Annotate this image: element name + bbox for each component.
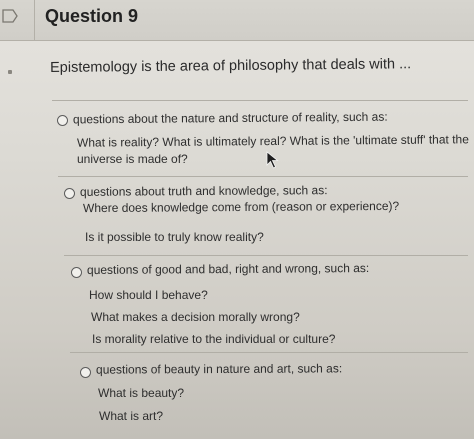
option-example: What is reality? What is ultimately real…: [76, 132, 469, 150]
option-example: Is morality relative to the individual o…: [92, 332, 336, 346]
divider: [70, 352, 468, 353]
option-example: Where does knowledge come from (reason o…: [82, 198, 400, 216]
option-label: questions about truth and knowledge, suc…: [79, 183, 328, 199]
option-example: What is art?: [99, 409, 164, 423]
radio-unselected-icon[interactable]: [57, 115, 68, 126]
option-label: questions of good and bad, right and wro…: [86, 261, 370, 277]
option-example: What makes a decision morally wrong?: [91, 310, 300, 324]
radio-unselected-icon[interactable]: [71, 267, 82, 278]
divider: [52, 100, 468, 101]
divider: [58, 176, 468, 177]
question-prompt: Epistemology is the area of philosophy t…: [50, 56, 412, 76]
question-title: Question 9: [45, 6, 139, 26]
margin-mark: [8, 70, 12, 74]
option-example: universe is made of?: [77, 152, 188, 166]
option-example: What is beauty?: [98, 386, 185, 400]
divider: [64, 255, 468, 256]
option-example: Is it possible to truly know reality?: [85, 230, 264, 244]
radio-unselected-icon[interactable]: [80, 367, 91, 378]
flag-outline-icon: [2, 9, 18, 23]
option-label: questions about the nature and structure…: [72, 109, 388, 127]
option-example: How should I behave?: [89, 288, 208, 302]
mouse-pointer-icon: [266, 151, 279, 169]
question-header: Question 9: [0, 0, 474, 41]
radio-unselected-icon[interactable]: [64, 188, 75, 199]
option-label: questions of beauty in nature and art, s…: [95, 361, 343, 377]
flag-question-button[interactable]: [0, 0, 35, 40]
quiz-page: Question 9 Epistemology is the area of p…: [0, 0, 474, 439]
